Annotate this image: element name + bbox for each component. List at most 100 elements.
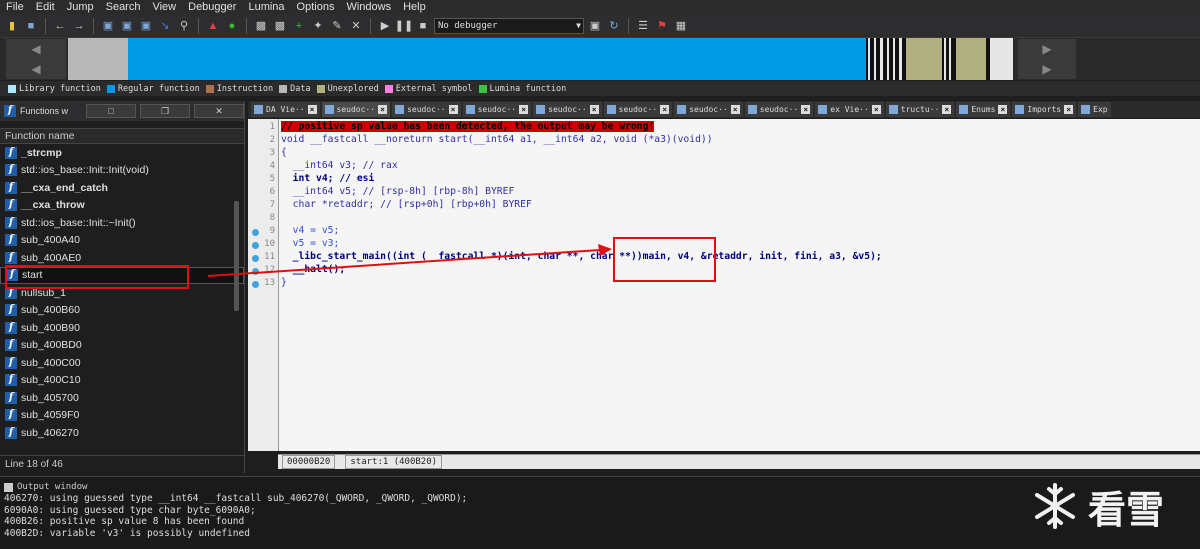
tab[interactable]: tructu·· × (885, 102, 955, 117)
code-line-11[interactable]: _libc_start_main((int (__fastcall *)(int… (281, 251, 882, 262)
breakpoint-dot-icon[interactable] (252, 268, 259, 275)
navigation-bar[interactable] (68, 38, 1013, 80)
menu-item-windows[interactable]: Windows (340, 0, 397, 14)
forward-icon[interactable]: → (71, 18, 87, 34)
nav-right-up-button[interactable]: ▶ (1018, 39, 1076, 59)
function-row[interactable]: f __cxa_end_catch (0, 179, 244, 197)
back-icon[interactable]: ← (52, 18, 68, 34)
panel-minimize-button[interactable]: □ (86, 104, 136, 118)
pause-icon[interactable]: ❚❚ (395, 18, 413, 34)
function-row[interactable]: f sub_400AE0 (0, 249, 244, 267)
function-row[interactable]: f __cxa_throw (0, 197, 244, 215)
tab-close-icon[interactable]: × (660, 105, 670, 114)
tab-close-icon[interactable]: × (589, 105, 599, 114)
tab-close-icon[interactable]: × (730, 105, 740, 114)
nav-left-up-button[interactable]: ◀ (6, 39, 66, 59)
enum-icon[interactable]: ▩ (272, 18, 288, 34)
functions-scrollbar[interactable] (234, 201, 239, 311)
tab[interactable]: seudoc·· × (533, 102, 602, 117)
menu-item-options[interactable]: Options (291, 0, 341, 14)
code-line-4[interactable]: __int64 v3; // rax (281, 160, 398, 171)
code-line-7[interactable]: char *retaddr; // [rsp+0h] [rbp+0h] BYRE… (281, 199, 532, 210)
code-line-3[interactable]: { (281, 147, 287, 158)
tab[interactable]: seudoc·· × (462, 102, 532, 117)
function-row[interactable]: f sub_400BD0 (0, 337, 244, 355)
function-row[interactable]: f sub_400A40 (0, 232, 244, 250)
warning-icon[interactable]: ▲ (205, 18, 221, 34)
menu-item-debugger[interactable]: Debugger (182, 0, 242, 14)
green-circle-icon[interactable]: ● (224, 18, 240, 34)
nav-left-down-button[interactable]: ◀ (6, 59, 66, 79)
text-icon[interactable]: ▣ (138, 18, 154, 34)
breakpoint-dot-icon[interactable] (252, 255, 259, 262)
flag-icon[interactable]: ⚑ (654, 18, 670, 34)
breakpoint-dot-icon[interactable] (252, 229, 259, 236)
close-icon[interactable]: ✕ (348, 18, 364, 34)
jump-icon[interactable]: ↘ (157, 18, 173, 34)
attach-icon[interactable]: ▣ (587, 18, 603, 34)
function-row[interactable]: f sub_400B90 (0, 319, 244, 337)
refresh-icon[interactable]: ↻ (606, 18, 622, 34)
function-row[interactable]: f sub_4059F0 (0, 407, 244, 425)
function-row[interactable]: f sub_406270 (0, 424, 244, 442)
play-icon[interactable]: ▶ (377, 18, 393, 34)
tab[interactable]: Exp (1078, 102, 1111, 117)
edit-icon[interactable]: ✎ (329, 18, 345, 34)
code-line-1[interactable]: // positive sp value has been detected, … (281, 121, 655, 132)
tab-close-icon[interactable]: × (998, 105, 1008, 114)
code-icon[interactable]: ▣ (100, 18, 116, 34)
tab-close-icon[interactable]: × (519, 105, 529, 114)
tab[interactable]: seudoc·· × (674, 102, 743, 117)
code-line-13[interactable]: } (281, 277, 287, 288)
function-row[interactable]: f _strcmp (0, 144, 244, 162)
pseudocode-editor[interactable]: // positive sp value has been detected, … (278, 119, 1200, 451)
menu-item-search[interactable]: Search (100, 0, 147, 14)
menu-item-view[interactable]: View (146, 0, 182, 14)
code-line-6[interactable]: __int64 v5; // [rsp-8h] [rbp-8h] BYREF (281, 186, 515, 197)
list-icon[interactable]: ☰ (635, 18, 651, 34)
data-icon[interactable]: ▣ (119, 18, 135, 34)
grid-icon[interactable]: ▦ (673, 18, 689, 34)
function-row[interactable]: f std::ios_base::Init::Init(void) (0, 162, 244, 180)
menu-item-lumina[interactable]: Lumina (242, 0, 290, 14)
function-row[interactable]: f std::ios_base::Init::~Init() (0, 214, 244, 232)
tab[interactable]: DA Vie·· × (251, 102, 320, 117)
function-row[interactable]: f sub_405700 (0, 389, 244, 407)
panel-close-button[interactable]: ✕ (194, 104, 244, 118)
save-icon[interactable]: ■ (23, 18, 39, 34)
menu-item-jump[interactable]: Jump (61, 0, 100, 14)
debugger-select[interactable]: No debugger ▼ (434, 17, 584, 34)
tab[interactable]: Enums × (956, 102, 1011, 117)
code-line-10[interactable]: v5 = v3; (281, 238, 340, 249)
stop-icon[interactable]: ■ (415, 18, 431, 34)
column-header-function-name[interactable]: Function name (0, 128, 244, 144)
pin-icon[interactable]: ✦ (310, 18, 326, 34)
tab-close-icon[interactable]: × (1064, 105, 1074, 114)
open-icon[interactable]: ▮ (4, 18, 20, 34)
tab[interactable]: Imports × (1012, 102, 1077, 117)
search-icon[interactable]: ⚲ (176, 18, 192, 34)
tab-close-icon[interactable]: × (378, 105, 388, 114)
tab-close-icon[interactable]: × (942, 105, 952, 114)
code-line-5[interactable]: int v4; // esi (281, 173, 375, 184)
menu-item-file[interactable]: File (0, 0, 30, 14)
tab-close-icon[interactable]: × (871, 105, 881, 114)
navigation-band[interactable]: ◀ ◀ ▶ ▶ (0, 38, 1200, 80)
tab[interactable]: seudoc·· × (392, 102, 461, 117)
breakpoint-dot-icon[interactable] (252, 242, 259, 249)
code-line-12[interactable]: __halt(); (281, 264, 346, 275)
tab[interactable]: seudoc·· × (321, 102, 391, 117)
function-row[interactable]: f sub_400B60 (0, 302, 244, 320)
tab-close-icon[interactable]: × (307, 105, 317, 114)
panel-restore-button[interactable]: ❐ (140, 104, 190, 118)
code-line-9[interactable]: v4 = v5; (281, 225, 340, 236)
nav-right-down-button[interactable]: ▶ (1018, 59, 1076, 79)
tab[interactable]: seudoc·· × (744, 102, 814, 117)
function-row[interactable]: f sub_400C00 (0, 354, 244, 372)
struct-icon[interactable]: ▩ (253, 18, 269, 34)
tab[interactable]: ex Vie·· × (815, 102, 884, 117)
code-line-2[interactable]: void __fastcall __noreturn start(__int64… (281, 134, 713, 145)
menu-item-edit[interactable]: Edit (30, 0, 61, 14)
tab[interactable]: seudoc·· × (603, 102, 673, 117)
menu-item-help[interactable]: Help (397, 0, 432, 14)
